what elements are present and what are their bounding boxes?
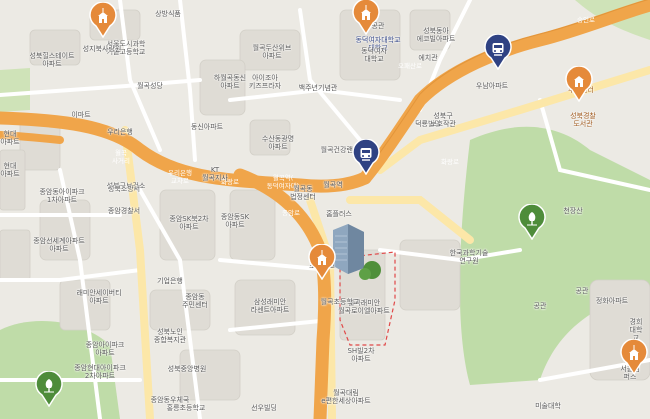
school-marker[interactable] xyxy=(351,0,381,36)
park-marker[interactable] xyxy=(34,370,64,408)
subway-marker[interactable] xyxy=(483,33,513,71)
school-marker[interactable] xyxy=(307,243,337,281)
library-marker[interactable] xyxy=(564,65,594,103)
park-marker[interactable] xyxy=(517,203,547,241)
map-base-layer xyxy=(0,0,650,419)
school-marker[interactable] xyxy=(619,338,649,376)
school-marker[interactable] xyxy=(88,1,118,39)
map-canvas[interactable]: 상방식품 서울도시과학 기술고등학교 성지북사랑원 성북힐스테이트 아파트 월곡두산위브… xyxy=(0,0,650,419)
subway-marker[interactable] xyxy=(351,138,381,176)
park-area-left xyxy=(0,68,30,112)
